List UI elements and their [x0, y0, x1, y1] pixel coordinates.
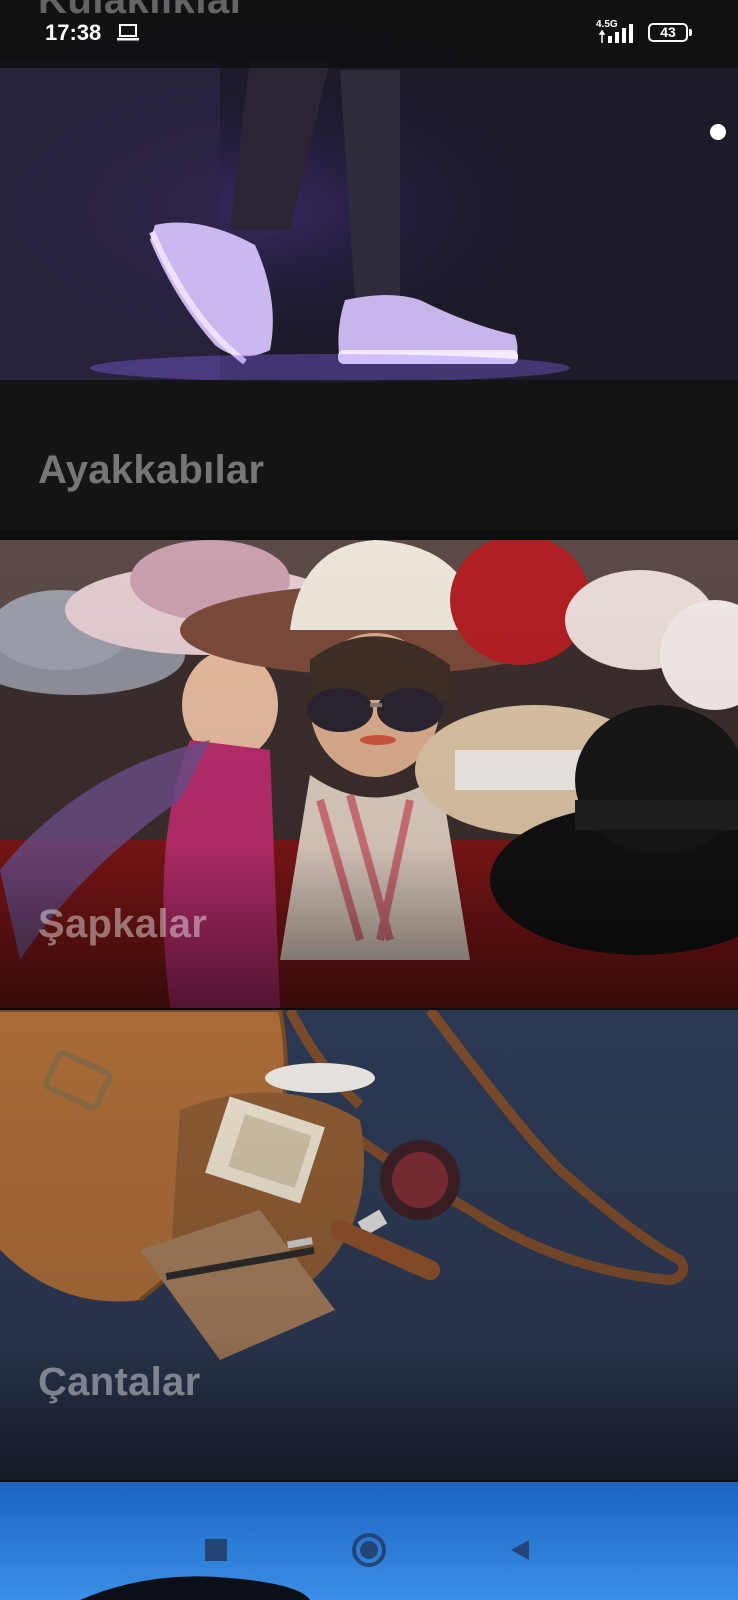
back-button[interactable]	[500, 1530, 540, 1570]
category-card-shoes[interactable]: Ayakkabılar	[0, 0, 738, 530]
category-title: Ayakkabılar	[38, 448, 265, 492]
category-card-bags[interactable]: Çantalar	[0, 1010, 738, 1480]
triangle-back-icon	[511, 1540, 529, 1560]
system-nav-bar	[0, 1510, 738, 1600]
circle-icon	[352, 1533, 386, 1567]
status-bar: Kulaklıklar 17:38 4.5G 43	[0, 0, 738, 68]
signal-icon	[598, 24, 633, 43]
category-card-hats[interactable]: Şapkalar	[0, 540, 738, 1008]
clock: 17:38	[45, 20, 102, 45]
category-screen: Kulaklıklar 17:38 4.5G 43 Ayakkabılar Şa…	[0, 0, 738, 1600]
laptop-icon	[117, 24, 139, 41]
category-image	[0, 1010, 738, 1480]
category-title: Çantalar	[38, 1360, 201, 1404]
category-title: Şapkalar	[38, 902, 208, 946]
home-button[interactable]	[349, 1530, 389, 1570]
battery-indicator: 43	[648, 23, 692, 42]
square-icon	[205, 1539, 227, 1561]
recents-button[interactable]	[196, 1530, 236, 1570]
